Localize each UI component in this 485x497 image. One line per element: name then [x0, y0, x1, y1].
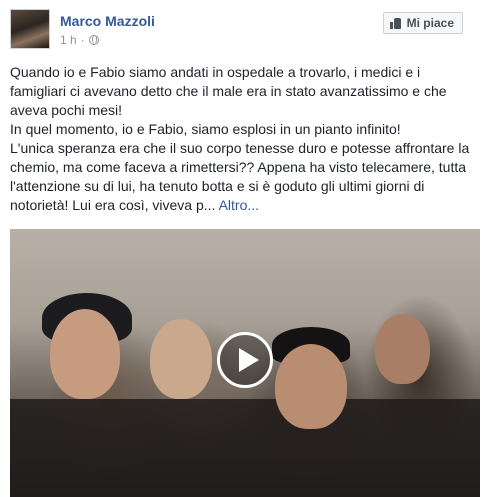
- thumbs-up-icon: [389, 17, 402, 29]
- author-name[interactable]: Marco Mazzoli: [60, 13, 155, 29]
- post-time[interactable]: 1 h: [60, 33, 77, 47]
- play-icon[interactable]: [217, 332, 273, 388]
- post-paragraph: L'unica speranza era che il suo corpo te…: [10, 139, 480, 215]
- like-page-button[interactable]: Mi piace: [382, 12, 463, 34]
- post-text: Quando io e Fabio siamo andati in ospeda…: [10, 63, 480, 215]
- facebook-post: Marco Mazzoli 1 h · Mi piace Quando io e…: [0, 0, 485, 497]
- video-player[interactable]: [10, 229, 480, 497]
- like-button-label: Mi piace: [406, 16, 454, 30]
- post-paragraph: In quel momento, io e Fabio, siamo esplo…: [10, 121, 401, 137]
- video-frame-person: [275, 344, 347, 429]
- author-avatar[interactable]: [10, 9, 50, 49]
- video-frame-person: [50, 309, 120, 399]
- globe-icon[interactable]: [88, 35, 99, 45]
- post-paragraph: Quando io e Fabio siamo andati in ospeda…: [10, 64, 447, 118]
- video-frame-person: [150, 319, 212, 399]
- see-more-link[interactable]: Altro...: [219, 197, 259, 213]
- meta-separator: ·: [80, 33, 85, 47]
- post-meta: 1 h ·: [60, 33, 99, 47]
- video-frame-person: [375, 314, 430, 384]
- video-frame-shadow: [10, 399, 480, 497]
